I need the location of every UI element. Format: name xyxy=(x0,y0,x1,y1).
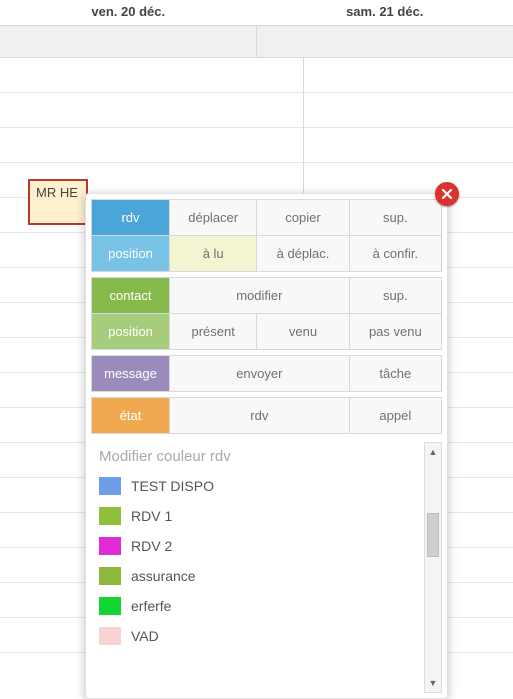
calendar-grid[interactable]: MR HE rdv déplacer copier sup. position … xyxy=(0,58,513,678)
day-header-sat[interactable]: sam. 21 déc. xyxy=(257,0,513,25)
allday-row xyxy=(0,26,513,58)
color-label: erferfe xyxy=(131,598,171,614)
action-venu[interactable]: venu xyxy=(257,314,349,350)
action-table: rdv déplacer copier sup. position à lu à… xyxy=(91,199,442,434)
row-label-message: message xyxy=(92,356,170,392)
action-etat-rdv[interactable]: rdv xyxy=(170,398,350,434)
calendar-event[interactable]: MR HE xyxy=(28,179,88,225)
color-label: VAD xyxy=(131,628,159,644)
color-list: TEST DISPO RDV 1 RDV 2 assurance erferfe xyxy=(91,471,442,693)
action-sup-contact[interactable]: sup. xyxy=(349,278,441,314)
action-pas-venu[interactable]: pas venu xyxy=(349,314,441,350)
color-swatch xyxy=(99,597,121,615)
row-label-position-contact: position xyxy=(92,314,170,350)
action-tache[interactable]: tâche xyxy=(349,356,441,392)
color-label: RDV 2 xyxy=(131,538,172,554)
row-label-position-rdv: position xyxy=(92,236,170,272)
color-swatch xyxy=(99,567,121,585)
color-swatch xyxy=(99,477,121,495)
color-item-erferfe[interactable]: erferfe xyxy=(91,591,420,621)
scrollbar[interactable]: ▲ ▼ xyxy=(424,442,442,693)
scroll-down-icon[interactable]: ▼ xyxy=(425,674,441,692)
color-label: TEST DISPO xyxy=(131,478,214,494)
color-item-assurance[interactable]: assurance xyxy=(91,561,420,591)
color-label: RDV 1 xyxy=(131,508,172,524)
scroll-track[interactable] xyxy=(425,461,441,674)
color-swatch xyxy=(99,627,121,645)
allday-col-sat[interactable] xyxy=(256,26,513,57)
action-deplacer[interactable]: déplacer xyxy=(170,200,257,236)
allday-col-fri[interactable] xyxy=(0,26,256,57)
action-etat-appel[interactable]: appel xyxy=(349,398,441,434)
color-section-title: Modifier couleur rdv xyxy=(91,442,442,471)
row-label-contact: contact xyxy=(92,278,170,314)
color-item-test-dispo[interactable]: TEST DISPO xyxy=(91,471,420,501)
action-a-lu[interactable]: à lu xyxy=(170,236,257,272)
color-swatch xyxy=(99,507,121,525)
scroll-thumb[interactable] xyxy=(427,513,439,557)
action-sup-rdv[interactable]: sup. xyxy=(349,200,441,236)
color-section: Modifier couleur rdv TEST DISPO RDV 1 RD… xyxy=(91,442,442,693)
color-item-rdv-1[interactable]: RDV 1 xyxy=(91,501,420,531)
row-label-etat: état xyxy=(92,398,170,434)
color-item-vad[interactable]: VAD xyxy=(91,621,420,651)
color-label: assurance xyxy=(131,568,196,584)
day-header-fri[interactable]: ven. 20 déc. xyxy=(0,0,257,25)
calendar-header: ven. 20 déc. sam. 21 déc. xyxy=(0,0,513,26)
scroll-up-icon[interactable]: ▲ xyxy=(425,443,441,461)
color-swatch xyxy=(99,537,121,555)
action-a-deplacer[interactable]: à déplac. xyxy=(257,236,349,272)
action-a-confirmer[interactable]: à confir. xyxy=(349,236,441,272)
color-item-rdv-2[interactable]: RDV 2 xyxy=(91,531,420,561)
row-label-rdv: rdv xyxy=(92,200,170,236)
action-copier[interactable]: copier xyxy=(257,200,349,236)
action-envoyer[interactable]: envoyer xyxy=(170,356,350,392)
context-popup: rdv déplacer copier sup. position à lu à… xyxy=(85,193,448,699)
action-modifier-contact[interactable]: modifier xyxy=(170,278,350,314)
close-icon[interactable] xyxy=(435,182,459,206)
action-present[interactable]: présent xyxy=(170,314,257,350)
